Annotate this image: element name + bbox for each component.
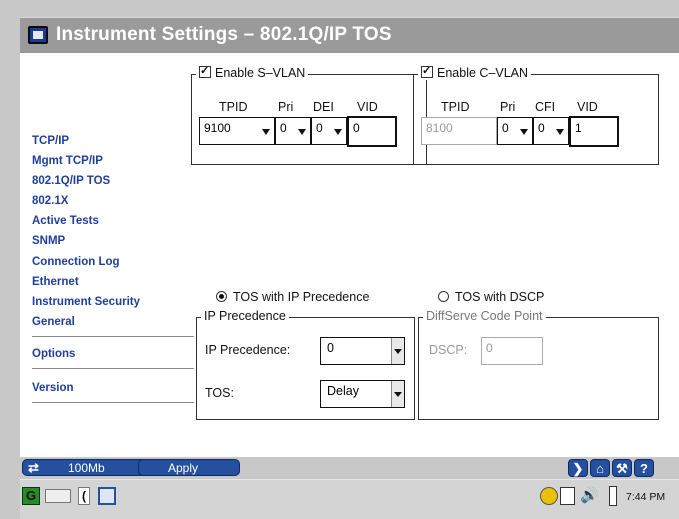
sidebar-item-tcp-ip[interactable]: TCP/IP xyxy=(32,135,69,147)
cvlan-cfi-select[interactable]: 0 xyxy=(533,117,569,145)
tos-dscp-radio-label: TOS with DSCP xyxy=(455,290,545,304)
window-switcher-icon[interactable] xyxy=(98,487,116,505)
sidebar-item-version[interactable]: Version xyxy=(32,382,74,394)
tos-select[interactable]: Delay xyxy=(320,380,405,408)
ip-precedence-label: IP Precedence: xyxy=(205,343,291,357)
dscp-group: DiffServe Code Point DSCP: 0 xyxy=(418,309,659,420)
speed-label: 100Mb xyxy=(68,461,105,475)
sidebar-item-ethernet[interactable]: Ethernet xyxy=(32,276,79,288)
cvlan-pri-select[interactable]: 0 xyxy=(497,117,533,145)
cvlan-tpid-input: 8100 xyxy=(421,117,497,145)
speed-button[interactable]: ⇄ 100Mb xyxy=(22,459,148,476)
battery-icon xyxy=(609,486,617,506)
checkbox-icon xyxy=(421,64,433,78)
cvlan-enable-label: Enable C–VLAN xyxy=(437,66,529,80)
svlan-tpid-label: TPID xyxy=(219,100,248,114)
svlan-vid-input[interactable]: 0 xyxy=(347,116,397,147)
bottom-toolbar: ⇄ 100Mb Apply ❯ ⌂ ⚒ ? xyxy=(20,457,679,479)
help-icon[interactable]: ? xyxy=(634,459,654,477)
sidebar-divider xyxy=(32,368,194,369)
radio-selected-icon xyxy=(216,291,227,302)
ip-precedence-select[interactable]: 0 xyxy=(320,337,405,365)
sidebar-divider xyxy=(32,402,194,403)
clipboard-icon[interactable] xyxy=(560,487,575,505)
sidebar-divider xyxy=(32,336,194,337)
svlan-dei-value: 0 xyxy=(316,121,323,135)
dscp-value: 0 xyxy=(486,341,493,355)
cvlan-cfi-value: 0 xyxy=(538,121,545,135)
dropdown-arrow-icon xyxy=(298,129,306,135)
svlan-vid-value: 0 xyxy=(353,121,360,135)
apply-button[interactable]: Apply xyxy=(138,459,240,476)
ip-precedence-value: 0 xyxy=(327,341,334,355)
sidebar-item-general[interactable]: General xyxy=(32,316,75,328)
cvlan-pri-value: 0 xyxy=(502,121,509,135)
radio-unselected-icon xyxy=(438,291,449,302)
checkbox-icon xyxy=(199,64,211,78)
svlan-enable-checkbox[interactable]: Enable S–VLAN xyxy=(196,64,309,80)
cvlan-enable-checkbox[interactable]: Enable C–VLAN xyxy=(418,64,532,80)
cvlan-tpid-value: 8100 xyxy=(426,121,453,135)
sidebar-item-options[interactable]: Options xyxy=(32,348,75,360)
main-panel: TCP/IP Mgmt TCP/IP 802.1Q/IP TOS 802.1X … xyxy=(20,53,679,457)
dropdown-arrow-icon xyxy=(262,129,270,135)
sidebar-item-snmp[interactable]: SNMP xyxy=(32,235,65,247)
window-icon xyxy=(28,26,48,44)
title-bar: Instrument Settings – 802.1Q/IP TOS xyxy=(20,17,679,54)
svlan-enable-label: Enable S–VLAN xyxy=(215,66,306,80)
taskbar: G ( 🔊 7:44 PM xyxy=(20,479,679,519)
cvlan-vid-input[interactable]: 1 xyxy=(569,116,619,147)
cvlan-cfi-label: CFI xyxy=(535,100,556,114)
sidebar-item-mgmt-tcp-ip[interactable]: Mgmt TCP/IP xyxy=(32,155,103,167)
svlan-dei-label: DEI xyxy=(313,100,334,114)
dropdown-arrow-icon[interactable] xyxy=(391,338,404,364)
sidebar-item-802-1q-ip-tos[interactable]: 802.1Q/IP TOS xyxy=(32,175,110,187)
tos-label: TOS: xyxy=(205,386,234,400)
back-icon[interactable]: ❯ xyxy=(568,459,588,477)
svlan-group: Enable S–VLAN TPID Pri DEI VID 9100 0 0 … xyxy=(191,64,427,165)
sidebar-item-connection-log[interactable]: Connection Log xyxy=(32,256,120,268)
svlan-tpid-select[interactable]: 9100 xyxy=(199,117,275,145)
svlan-pri-select[interactable]: 0 xyxy=(275,117,311,145)
dropdown-arrow-icon[interactable] xyxy=(391,381,404,407)
dscp-input: 0 xyxy=(481,337,543,365)
sidebar-item-instrument-security[interactable]: Instrument Security xyxy=(32,296,140,308)
cvlan-pri-label: Pri xyxy=(500,100,516,114)
svlan-pri-value: 0 xyxy=(280,121,287,135)
tos-precedence-radio[interactable]: TOS with IP Precedence xyxy=(216,290,369,304)
ip-precedence-group: IP Precedence IP Precedence: 0 TOS: Dela… xyxy=(196,309,415,420)
tools-icon[interactable]: ⚒ xyxy=(612,459,632,477)
ip-precedence-group-title: IP Precedence xyxy=(201,309,289,323)
start-icon[interactable]: G xyxy=(22,487,40,505)
tos-precedence-radio-label: TOS with IP Precedence xyxy=(233,290,370,304)
dropdown-arrow-icon xyxy=(520,129,528,135)
speaker-icon[interactable]: 🔊 xyxy=(580,487,602,505)
cvlan-group: Enable C–VLAN TPID Pri CFI VID 8100 0 0 … xyxy=(413,64,659,165)
svlan-pri-label: Pri xyxy=(278,100,294,114)
tos-dscp-radio[interactable]: TOS with DSCP xyxy=(438,290,544,304)
phone-icon[interactable]: ( xyxy=(78,487,90,505)
status-globe-icon[interactable] xyxy=(540,487,558,505)
window-title: Instrument Settings – 802.1Q/IP TOS xyxy=(56,24,392,45)
svlan-vid-label: VID xyxy=(357,100,378,114)
home-icon[interactable]: ⌂ xyxy=(590,459,610,477)
cvlan-tpid-label: TPID xyxy=(441,100,470,114)
dscp-group-title: DiffServe Code Point xyxy=(423,309,546,323)
sidebar-item-802-1x[interactable]: 802.1X xyxy=(32,195,68,207)
apply-label: Apply xyxy=(168,461,199,475)
dscp-label: DSCP: xyxy=(429,343,468,357)
keyboard-icon[interactable] xyxy=(45,489,71,503)
cvlan-vid-value: 1 xyxy=(575,121,582,135)
swap-arrows-icon: ⇄ xyxy=(28,460,39,475)
dropdown-arrow-icon xyxy=(334,129,342,135)
clock: 7:44 PM xyxy=(626,491,666,503)
dropdown-arrow-icon xyxy=(556,129,564,135)
tos-value: Delay xyxy=(327,384,359,398)
svlan-dei-select[interactable]: 0 xyxy=(311,117,347,145)
cvlan-vid-label: VID xyxy=(577,100,598,114)
sidebar-item-active-tests[interactable]: Active Tests xyxy=(32,215,99,227)
svlan-tpid-value: 9100 xyxy=(204,121,231,135)
